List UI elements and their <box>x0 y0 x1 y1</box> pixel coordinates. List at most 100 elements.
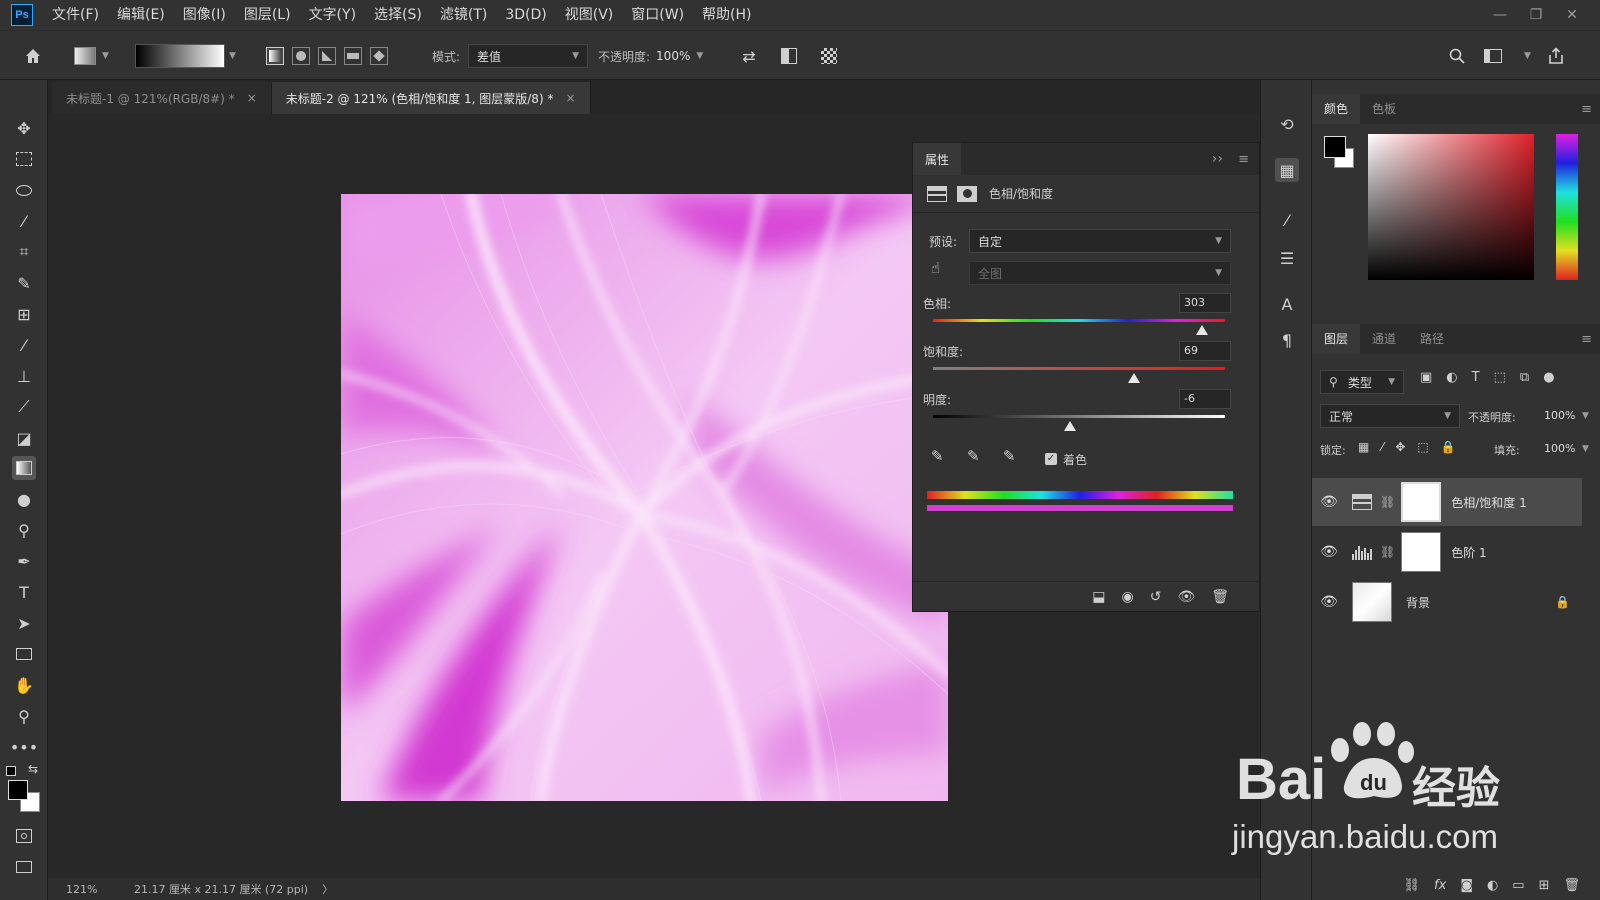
link-layers-icon[interactable]: ⛓ <box>1404 878 1421 893</box>
menu-type[interactable]: 文字(Y) <box>300 0 365 30</box>
tab-document-1[interactable]: 未标题-1 @ 121%(RGB/8#) * × <box>52 82 272 114</box>
layer-mask-thumbnail[interactable] <box>1401 532 1442 572</box>
home-icon[interactable] <box>22 45 44 67</box>
visibility-icon[interactable]: 👁 <box>1177 589 1195 605</box>
delete-layer-icon[interactable]: 🗑 <box>1563 878 1580 893</box>
layer-row-levels[interactable]: 👁 ⛓ 色阶 1 <box>1312 528 1582 576</box>
move-tool-icon[interactable]: ✥ <box>12 116 36 140</box>
panel-menu-icon[interactable]: ≡ <box>1581 332 1592 347</box>
fill-value[interactable]: 100% <box>1544 442 1575 455</box>
clip-to-layer-icon[interactable]: ⬓ <box>1092 589 1105 605</box>
tab-swatches[interactable]: 色板 <box>1360 94 1408 124</box>
lightness-slider-track[interactable] <box>933 415 1225 418</box>
colorize-checkbox[interactable]: ✓ <box>1045 453 1057 465</box>
delete-icon[interactable]: 🗑 <box>1211 589 1229 605</box>
menu-image[interactable]: 图像(I) <box>174 0 235 30</box>
quick-mask-icon[interactable] <box>12 824 36 848</box>
menu-layer[interactable]: 图层(L) <box>235 0 300 30</box>
path-selection-icon[interactable]: ➤ <box>12 611 36 635</box>
type-tool-icon[interactable]: T <box>12 580 36 604</box>
transparency-icon[interactable] <box>818 45 840 67</box>
healing-brush-icon[interactable]: ⊞ <box>12 302 36 326</box>
tab-layers[interactable]: 图层 <box>1312 324 1361 354</box>
blur-tool-icon[interactable]: ● <box>12 487 36 511</box>
close-icon[interactable]: × <box>247 91 257 105</box>
chevron-down-icon[interactable]: ▼ <box>1582 411 1589 421</box>
preset-select[interactable]: 自定 ▼ <box>969 229 1231 253</box>
menu-filter[interactable]: 滤镜(T) <box>431 0 496 30</box>
collapse-icon[interactable]: ›› <box>1212 151 1223 167</box>
history-panel-icon[interactable]: ⟲ <box>1275 112 1299 136</box>
angle-gradient-icon[interactable] <box>318 47 336 65</box>
hue-slider-track[interactable] <box>933 319 1225 322</box>
rectangle-tool-icon[interactable] <box>12 642 36 666</box>
chevron-down-icon[interactable]: ▼ <box>1524 51 1531 61</box>
radial-gradient-icon[interactable] <box>292 47 310 65</box>
saturation-slider-thumb[interactable] <box>1128 373 1141 383</box>
visibility-eye-icon[interactable]: 👁 <box>1312 594 1346 610</box>
menu-file[interactable]: 文件(F) <box>43 0 108 30</box>
chain-link-icon[interactable]: ⛓ <box>1380 545 1395 559</box>
new-layer-icon[interactable]: ⊞ <box>1539 878 1550 893</box>
panel-menu-icon[interactable]: ≡ <box>1581 102 1592 117</box>
filter-toggle-icon[interactable]: ● <box>1543 370 1554 385</box>
reflected-gradient-icon[interactable] <box>344 47 362 65</box>
new-adjustment-icon[interactable]: ◐ <box>1487 878 1498 893</box>
foreground-color-swatch[interactable] <box>8 780 28 800</box>
color-picker-field[interactable] <box>1368 134 1534 280</box>
brush-settings-icon[interactable]: ⁄ <box>1275 208 1299 232</box>
lock-artboard-icon[interactable]: ⬚ <box>1417 440 1428 454</box>
lock-all-icon[interactable]: 🔒 <box>1441 440 1456 454</box>
eyedropper-icon[interactable]: ✎ <box>12 271 36 295</box>
type-filter-icon[interactable]: T <box>1472 370 1480 385</box>
gradient-tool-icon[interactable] <box>12 456 36 480</box>
opacity-value[interactable]: 100% <box>656 49 690 63</box>
tab-paths[interactable]: 路径 <box>1408 324 1456 354</box>
tab-channels[interactable]: 通道 <box>1360 324 1408 354</box>
share-icon[interactable] <box>1545 45 1567 67</box>
dodge-tool-icon[interactable]: ⚲ <box>12 518 36 542</box>
lock-icon[interactable]: 🔒 <box>1555 595 1570 609</box>
dither-icon[interactable] <box>778 45 800 67</box>
smart-object-filter-icon[interactable]: ⧉ <box>1520 370 1529 385</box>
layer-mask-icon[interactable] <box>957 185 977 202</box>
adjustment-filter-icon[interactable]: ◐ <box>1446 370 1457 385</box>
lasso-tool-icon[interactable] <box>12 178 36 202</box>
marquee-tool-icon[interactable] <box>12 147 36 171</box>
menu-help[interactable]: 帮助(H) <box>693 0 760 30</box>
menu-view[interactable]: 视图(V) <box>556 0 623 30</box>
hue-slider-thumb[interactable] <box>1195 325 1208 335</box>
layer-filter-select[interactable]: ⚲ 类型 ▼ <box>1320 370 1404 394</box>
chevron-down-icon[interactable]: ▼ <box>696 51 703 61</box>
visibility-eye-icon[interactable]: 👁 <box>1312 494 1346 510</box>
clone-stamp-icon[interactable]: ⊥ <box>12 364 36 388</box>
history-brush-icon[interactable]: ⟋ <box>12 395 36 419</box>
menu-window[interactable]: 窗口(W) <box>622 0 693 30</box>
chain-link-icon[interactable]: ⛓ <box>1380 495 1395 509</box>
menu-edit[interactable]: 编辑(E) <box>108 0 174 30</box>
shape-filter-icon[interactable]: ⬚ <box>1494 370 1506 385</box>
lock-transparent-icon[interactable]: ▦ <box>1358 440 1369 454</box>
pixel-filter-icon[interactable]: ▣ <box>1420 370 1432 385</box>
search-icon[interactable] <box>1446 45 1468 67</box>
restore-button[interactable]: ❐ <box>1518 7 1554 23</box>
lightness-input[interactable]: -6 <box>1179 389 1231 409</box>
diamond-gradient-icon[interactable] <box>370 47 388 65</box>
eyedropper-icon[interactable]: ✎ <box>931 447 944 465</box>
default-colors-icon[interactable] <box>6 766 16 776</box>
zoom-level[interactable]: 121% <box>66 883 134 896</box>
reverse-icon[interactable]: ⇄ <box>738 45 760 67</box>
linear-gradient-icon[interactable] <box>266 47 284 65</box>
pen-tool-icon[interactable]: ✒ <box>12 549 36 573</box>
layer-row-hue-saturation[interactable]: 👁 ⛓ 色相/饱和度 1 <box>1312 478 1582 526</box>
new-group-icon[interactable]: ▭ <box>1512 878 1524 893</box>
screen-mode-icon[interactable] <box>12 855 36 879</box>
tab-document-2[interactable]: 未标题-2 @ 121% (色相/饱和度 1, 图层蒙版/8) * × <box>271 82 591 114</box>
crop-tool-icon[interactable]: ⌗ <box>12 240 36 264</box>
menu-select[interactable]: 选择(S) <box>365 0 431 30</box>
saturation-input[interactable]: 69 <box>1179 341 1231 361</box>
layer-row-background[interactable]: 👁 背景 🔒 <box>1312 578 1582 626</box>
panel-menu-icon[interactable]: ≡ <box>1238 152 1249 167</box>
target-adjust-hand-icon[interactable]: ☝ <box>931 259 940 277</box>
blend-mode-select[interactable]: 正常 ▼ <box>1320 404 1460 428</box>
